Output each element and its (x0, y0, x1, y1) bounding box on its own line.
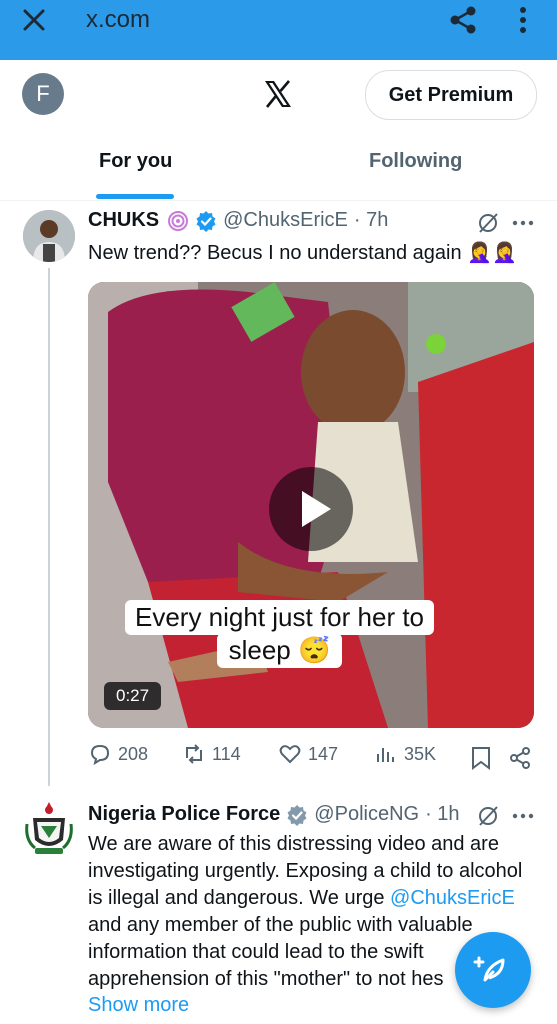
bookmark-icon[interactable] (470, 746, 492, 770)
reply-icon (90, 744, 110, 766)
timeline-tabs: For you Following (0, 130, 557, 201)
browser-toolbar: x.com (0, 0, 557, 60)
tweet-time[interactable]: · 7h (354, 209, 388, 232)
views-count: 35K (404, 743, 437, 764)
video-caption: Every night just for her to sleep 😴 (98, 600, 461, 668)
verified-badge-gray-icon (287, 804, 307, 826)
get-premium-button[interactable]: Get Premium (365, 70, 537, 120)
caption-line: sleep 😴 (216, 633, 343, 668)
mention-link[interactable]: @ChuksEricE (390, 887, 515, 909)
tweet-author-line: CHUKS @ChuksEricE · 7h (88, 209, 388, 232)
heart-icon (279, 745, 301, 764)
thread-line (48, 268, 50, 786)
play-button[interactable] (269, 467, 353, 551)
repost-button[interactable]: 114 (182, 742, 241, 766)
repost-icon (186, 744, 202, 764)
close-icon[interactable] (18, 4, 50, 36)
tab-following[interactable]: Following (369, 150, 462, 173)
author-name[interactable]: CHUKS (88, 209, 159, 232)
views-button[interactable]: 35K (374, 742, 436, 766)
caption-line: Every night just for her to (124, 600, 435, 635)
tweet-text: New trend?? Becus I no understand again … (88, 242, 517, 264)
more-options-icon[interactable] (510, 211, 536, 235)
compose-feather-icon (473, 956, 505, 982)
share-icon[interactable] (446, 4, 480, 36)
like-button[interactable]: 147 (278, 742, 338, 766)
share-icon[interactable] (508, 746, 532, 770)
tab-for-you[interactable]: For you (99, 150, 172, 173)
spiral-emoji-icon (168, 210, 189, 231)
more-options-icon[interactable] (510, 804, 536, 828)
tweet-author-line: Nigeria Police Force @PoliceNG · 1h (88, 803, 460, 826)
profile-avatar[interactable]: F (22, 73, 64, 115)
author-name[interactable]: Nigeria Police Force (88, 803, 280, 826)
url-text[interactable]: x.com (86, 6, 150, 34)
video-duration: 0:27 (104, 682, 162, 710)
like-count: 147 (308, 743, 339, 764)
tweet-actions: 208 114 147 35K (88, 742, 538, 776)
grok-icon[interactable] (476, 804, 500, 828)
repost-count: 114 (212, 743, 241, 764)
active-tab-indicator (96, 194, 174, 199)
reply-button[interactable]: 208 (88, 742, 148, 766)
play-icon (302, 491, 331, 527)
views-chart-icon (377, 748, 394, 762)
author-handle[interactable]: @ChuksEricE (223, 209, 348, 232)
video-player[interactable]: Every night just for her to sleep 😴 0:27 (88, 282, 534, 728)
avatar[interactable] (23, 210, 75, 262)
user-photo-icon (23, 210, 75, 262)
tweet-time[interactable]: · 1h (425, 803, 459, 826)
show-more-link[interactable]: Show more (88, 994, 189, 1017)
author-handle[interactable]: @PoliceNG (314, 803, 419, 826)
verified-badge-icon (196, 210, 216, 232)
nigeria-police-logo-icon[interactable] (23, 800, 75, 856)
reply-count: 208 (118, 743, 149, 764)
more-vertical-icon[interactable] (512, 4, 534, 36)
compose-post-button[interactable] (455, 932, 531, 1008)
x-logo-icon[interactable] (262, 78, 294, 110)
tweet-text-part: and any member of the public with valuab… (88, 914, 473, 990)
grok-icon[interactable] (476, 211, 500, 235)
